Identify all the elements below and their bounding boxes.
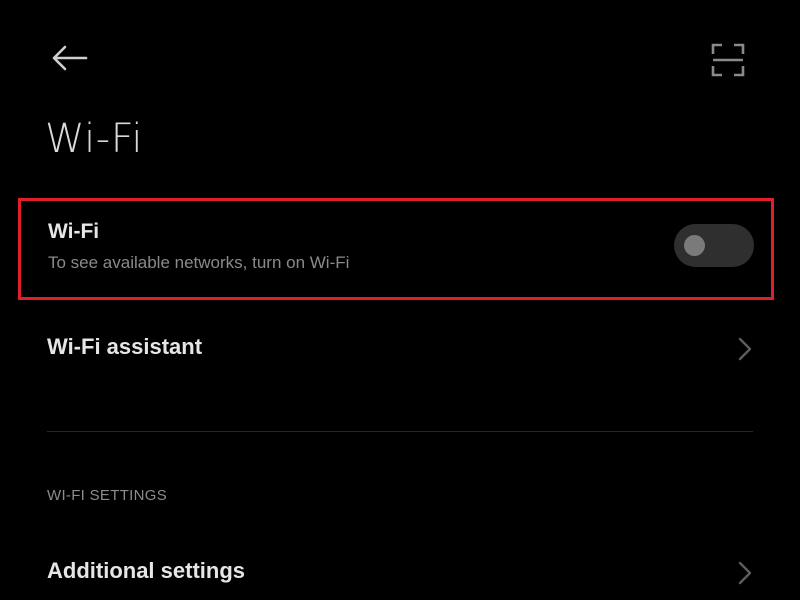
additional-settings-row[interactable]: Additional settings [0, 542, 800, 600]
chevron-right-icon [738, 561, 752, 585]
wifi-assistant-label: Wi-Fi assistant [47, 334, 203, 359]
back-button[interactable] [44, 36, 94, 80]
wifi-assistant-row[interactable]: Wi-Fi assistant [0, 318, 800, 378]
additional-settings-label: Additional settings [47, 558, 245, 583]
wifi-row-description: To see available networks, turn on Wi-Fi [48, 253, 350, 272]
wifi-row-label: Wi-Fi [48, 220, 100, 243]
arrow-left-icon [52, 45, 88, 71]
wifi-settings-screen: Wi-Fi Wi-Fi To see available networks, t… [0, 0, 800, 600]
top-app-bar [0, 0, 800, 110]
wifi-toggle-row[interactable]: Wi-Fi To see available networks, turn on… [18, 198, 774, 300]
wifi-settings-section-header: WI-FI SETTINGS [47, 487, 168, 504]
scan-qr-icon [711, 43, 745, 77]
page-title: Wi-Fi [45, 116, 143, 162]
wifi-toggle-switch[interactable] [674, 224, 754, 267]
chevron-right-icon [738, 337, 752, 361]
section-divider [47, 431, 753, 432]
toggle-knob [684, 235, 705, 256]
scan-button[interactable] [703, 35, 753, 85]
